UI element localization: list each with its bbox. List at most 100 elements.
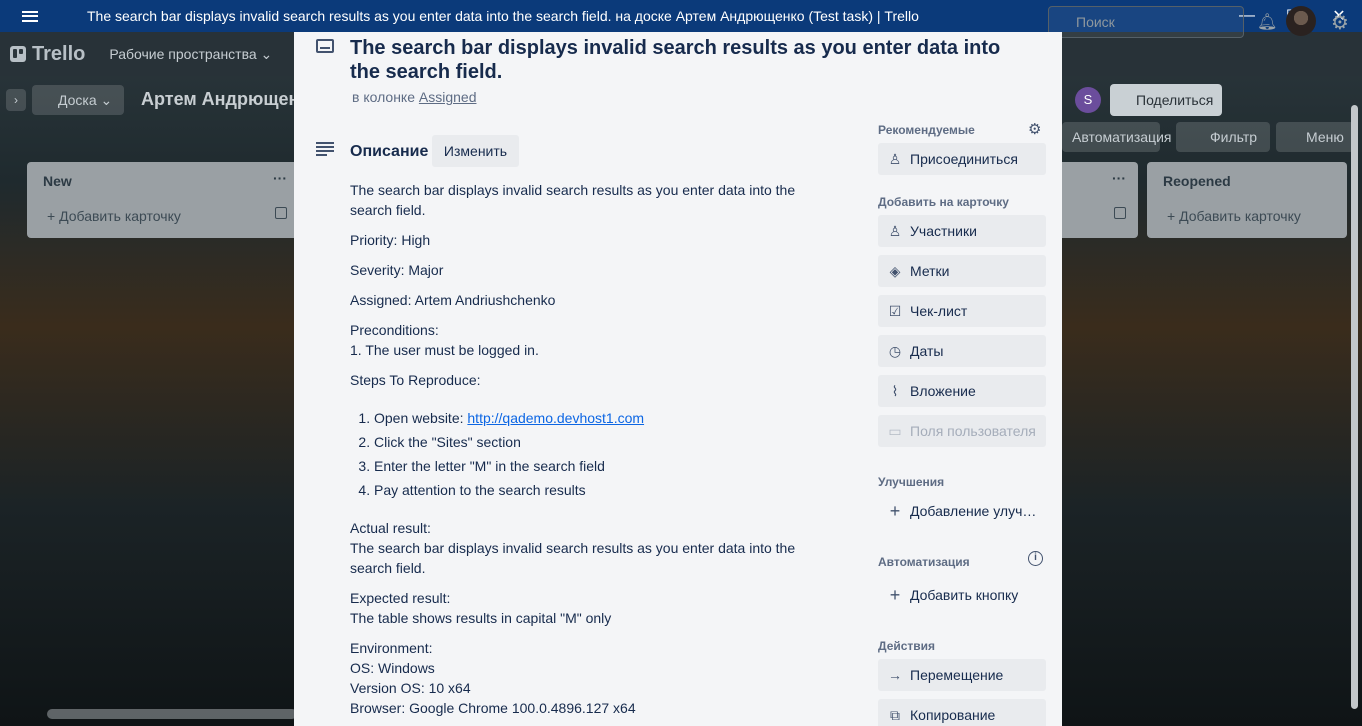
checklist-button[interactable]: ☑ Чек-лист bbox=[878, 295, 1046, 327]
add-card-button[interactable]: + Добавить карточку bbox=[1167, 208, 1301, 224]
list-new: New ··· + Добавить карточку bbox=[27, 162, 299, 238]
step-item: Click the "Sites" section bbox=[374, 430, 840, 454]
automation-heading: Автоматизация bbox=[878, 555, 970, 569]
bell-icon[interactable]: 🔔︎ bbox=[1257, 12, 1277, 32]
workspaces-menu[interactable]: Рабочие пространства ⌄ bbox=[109, 46, 272, 63]
in-list-prefix: в колонке bbox=[352, 89, 415, 105]
list-link[interactable]: Assigned bbox=[419, 89, 477, 105]
attachment-button[interactable]: ⌇ Вложение bbox=[878, 375, 1046, 407]
join-label: Присоединиться bbox=[910, 151, 1018, 167]
card-list-info: в колонке Assigned bbox=[352, 89, 476, 105]
add-to-card-heading: Добавить на карточку bbox=[878, 195, 1009, 209]
description-body[interactable]: The search bar displays invalid search r… bbox=[350, 180, 840, 726]
labels-label: Метки bbox=[910, 263, 950, 279]
suggestions-settings-icon[interactable]: ⚙ bbox=[1028, 120, 1041, 138]
checklist-icon: ☑ bbox=[888, 303, 902, 319]
template-icon[interactable] bbox=[1114, 207, 1126, 219]
desc-steps-label: Steps To Reproduce: bbox=[350, 372, 481, 388]
expected-label: Expected result: bbox=[350, 590, 451, 606]
arrow-right-icon: → bbox=[888, 667, 902, 683]
list-name[interactable]: New bbox=[43, 173, 72, 189]
template-icon[interactable] bbox=[275, 207, 287, 219]
list-reopened: Reopened + Добавить карточку bbox=[1147, 162, 1347, 238]
desc-summary: The search bar displays invalid search r… bbox=[350, 182, 796, 218]
actual-text: The search bar displays invalid search r… bbox=[350, 540, 796, 576]
desc-priority: Priority: High bbox=[350, 232, 431, 248]
list-menu-icon[interactable]: ··· bbox=[273, 170, 287, 186]
custom-fields-label: Поля пользователя bbox=[910, 423, 1036, 439]
edit-description-button[interactable]: Изменить bbox=[432, 135, 519, 167]
workspaces-label: Рабочие пространства bbox=[109, 45, 257, 62]
move-button[interactable]: → Перемещение bbox=[878, 659, 1046, 691]
member-avatar[interactable]: S bbox=[1075, 87, 1101, 113]
description-heading: Описание bbox=[350, 143, 429, 160]
filter-button[interactable]: Фильтр bbox=[1176, 122, 1270, 152]
website-link[interactable]: http://qademo.devhost1.com bbox=[467, 410, 644, 426]
automation-button[interactable]: Автоматизация bbox=[1062, 122, 1171, 152]
card-detail-modal: The search bar displays invalid search r… bbox=[294, 32, 1062, 726]
desc-environment: Environment: OS: Windows Version OS: 10 … bbox=[350, 638, 840, 718]
environment-browser: Browser: Google Chrome 100.0.4896.127 x6… bbox=[350, 700, 636, 716]
move-label: Перемещение bbox=[910, 667, 1004, 683]
expected-text: The table shows results in capital "M" o… bbox=[350, 610, 612, 626]
chevron-down-icon: ⌄ bbox=[260, 45, 273, 62]
environment-os: OS: Windows bbox=[350, 660, 435, 676]
members-label: Участники bbox=[910, 223, 977, 239]
trello-logo[interactable]: Trello bbox=[10, 43, 85, 66]
paperclip-icon: ⌇ bbox=[891, 383, 899, 399]
board-view-switcher[interactable]: Доска ⌄ bbox=[32, 85, 124, 115]
copy-button[interactable]: ⧉ Копирование bbox=[878, 699, 1046, 726]
dates-button[interactable]: ◷ Даты bbox=[878, 335, 1046, 367]
members-button[interactable]: ♙ Участники bbox=[878, 215, 1046, 247]
tag-icon: ◈ bbox=[889, 263, 901, 279]
search-input[interactable]: Поиск bbox=[1048, 6, 1244, 38]
desc-severity: Severity: Major bbox=[350, 262, 444, 278]
trello-logo-text: Trello bbox=[32, 42, 86, 65]
labels-button[interactable]: ◈ Метки bbox=[878, 255, 1046, 287]
desc-preconditions: Preconditions: 1. The user must be logge… bbox=[350, 320, 840, 360]
share-button[interactable]: Поделиться bbox=[1110, 84, 1222, 116]
custom-fields-icon: ▭ bbox=[888, 423, 902, 439]
vertical-scrollbar[interactable] bbox=[1351, 105, 1358, 709]
environment-label: Environment: bbox=[350, 640, 433, 656]
app-menu-button[interactable] bbox=[0, 0, 60, 32]
gear-icon[interactable]: ⚙ bbox=[1331, 10, 1349, 35]
powerups-heading: Улучшения bbox=[878, 475, 945, 489]
list-menu-icon[interactable]: ··· bbox=[1112, 170, 1126, 186]
board-view-label: Доска bbox=[58, 92, 97, 108]
dates-label: Даты bbox=[910, 343, 944, 359]
menu-button[interactable]: Меню bbox=[1276, 122, 1354, 152]
join-button[interactable]: ♙ Присоединиться bbox=[878, 143, 1046, 175]
environment-version: Version OS: 10 x64 bbox=[350, 680, 471, 696]
copy-label: Копирование bbox=[910, 707, 996, 723]
checklist-label: Чек-лист bbox=[910, 303, 968, 319]
plus-icon: + bbox=[889, 585, 901, 605]
list-name[interactable]: Reopened bbox=[1163, 173, 1231, 189]
add-powerup-button[interactable]: + Добавление улуч… bbox=[878, 495, 1046, 527]
expand-sidebar-button[interactable]: › bbox=[6, 89, 26, 111]
custom-fields-button[interactable]: ▭ Поля пользователя bbox=[878, 415, 1046, 447]
plus-icon: + bbox=[889, 501, 901, 521]
clock-icon: ◷ bbox=[888, 343, 902, 359]
person-icon: ♙ bbox=[888, 151, 902, 167]
hamburger-icon bbox=[22, 10, 38, 22]
add-card-label: Добавить карточку bbox=[59, 208, 181, 224]
step-text: Open website: bbox=[374, 410, 468, 426]
add-card-label: Добавить карточку bbox=[1179, 208, 1301, 224]
desc-assigned: Assigned: Artem Andriushchenko bbox=[350, 292, 556, 308]
add-button-label: Добавить кнопку bbox=[910, 587, 1019, 603]
user-avatar[interactable] bbox=[1286, 6, 1316, 36]
info-icon[interactable]: i bbox=[1028, 551, 1043, 566]
add-button-button[interactable]: + Добавить кнопку bbox=[878, 579, 1046, 611]
step-item: Pay attention to the search results bbox=[374, 478, 840, 502]
horizontal-scrollbar[interactable] bbox=[47, 709, 297, 719]
add-powerup-label: Добавление улуч… bbox=[910, 503, 1037, 519]
attachment-label: Вложение bbox=[910, 383, 976, 399]
preconditions-label: Preconditions: bbox=[350, 322, 439, 338]
add-card-button[interactable]: + Добавить карточку bbox=[47, 208, 181, 224]
card-icon bbox=[316, 39, 334, 53]
desc-expected: Expected result: The table shows results… bbox=[350, 588, 840, 628]
step-item: Open website: http://qademo.devhost1.com bbox=[374, 406, 840, 430]
actions-heading: Действия bbox=[878, 639, 936, 653]
card-title[interactable]: The search bar displays invalid search r… bbox=[350, 36, 1030, 84]
